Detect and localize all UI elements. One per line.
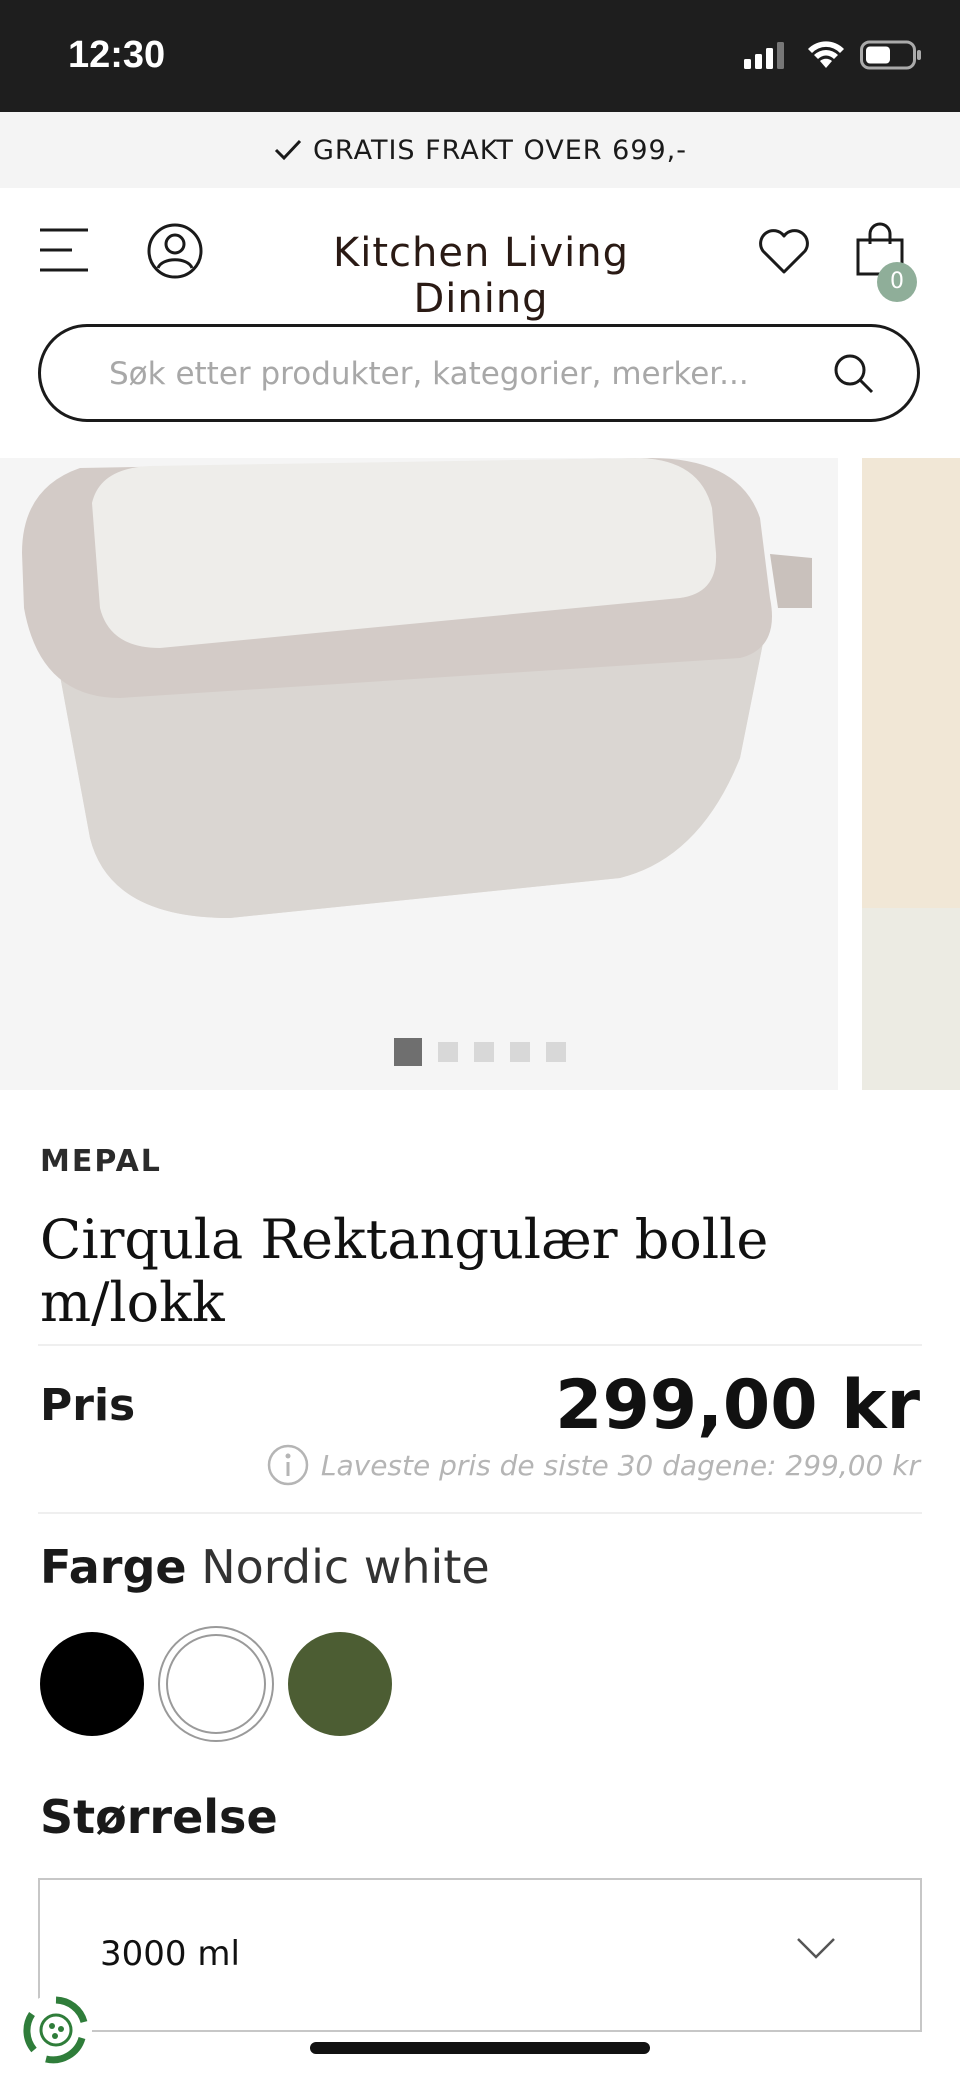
info-icon[interactable] (267, 1444, 309, 1486)
next-slide-preview[interactable] (862, 458, 960, 1090)
size-select[interactable]: 3000 ml (38, 1878, 922, 2032)
pagination-dot[interactable] (438, 1042, 458, 1062)
pagination-dot[interactable] (510, 1042, 530, 1062)
wishlist-heart-icon[interactable] (758, 228, 810, 276)
wifi-icon (808, 41, 844, 68)
lowest-price-note: Laveste pris de siste 30 dagene: 299,00 … (267, 1444, 920, 1486)
price-value: 299,00 kr (555, 1366, 920, 1445)
signal-icon (744, 42, 784, 69)
status-icons (744, 40, 922, 70)
battery-icon (860, 40, 921, 70)
product-brand[interactable]: MEPAL (40, 1144, 162, 1179)
search-icon[interactable] (833, 353, 875, 395)
price-label: Pris (40, 1380, 136, 1431)
status-bar: 12:30 (0, 0, 960, 112)
account-icon[interactable] (146, 222, 204, 280)
color-label: Farge (40, 1540, 187, 1594)
checkmark-icon (274, 139, 302, 161)
divider (38, 1344, 922, 1346)
lowest-price-text: Laveste pris de siste 30 dagene: 299,00 … (320, 1448, 920, 1482)
color-swatch-green[interactable] (288, 1632, 392, 1736)
size-select-value: 3000 ml (100, 1934, 240, 1974)
gallery-pagination (394, 1038, 566, 1066)
search-input[interactable] (107, 349, 831, 399)
free-shipping-text: GRATIS FRAKT OVER 699,- (313, 134, 687, 166)
pagination-dot[interactable] (474, 1042, 494, 1062)
pagination-dot-active[interactable] (394, 1038, 422, 1066)
color-value: Nordic white (201, 1540, 490, 1594)
color-selector-label: Farge Nordic white (40, 1540, 490, 1594)
color-swatches (40, 1626, 392, 1742)
size-label: Størrelse (40, 1790, 278, 1844)
product-title: Cirqula Rektangulær bolle m/lokk (40, 1208, 769, 1334)
slide-divider (838, 458, 862, 1090)
chevron-down-icon (797, 1938, 835, 1959)
color-swatch-black[interactable] (40, 1632, 144, 1736)
product-image-gallery[interactable] (0, 458, 960, 1090)
cart-count-badge[interactable]: 0 (877, 262, 917, 302)
status-time: 12:30 (68, 34, 166, 76)
color-swatch-nordic-white[interactable] (158, 1626, 274, 1742)
search-bar (38, 324, 920, 422)
divider (38, 1512, 922, 1514)
menu-icon[interactable] (38, 226, 90, 274)
eco-recycle-icon[interactable] (18, 1992, 94, 2068)
pagination-dot[interactable] (546, 1042, 566, 1062)
home-indicator[interactable] (310, 2042, 650, 2054)
free-shipping-banner: GRATIS FRAKT OVER 699,- (0, 112, 960, 188)
site-logo[interactable]: Kitchen Living Dining (266, 230, 696, 322)
product-image (0, 458, 838, 1090)
